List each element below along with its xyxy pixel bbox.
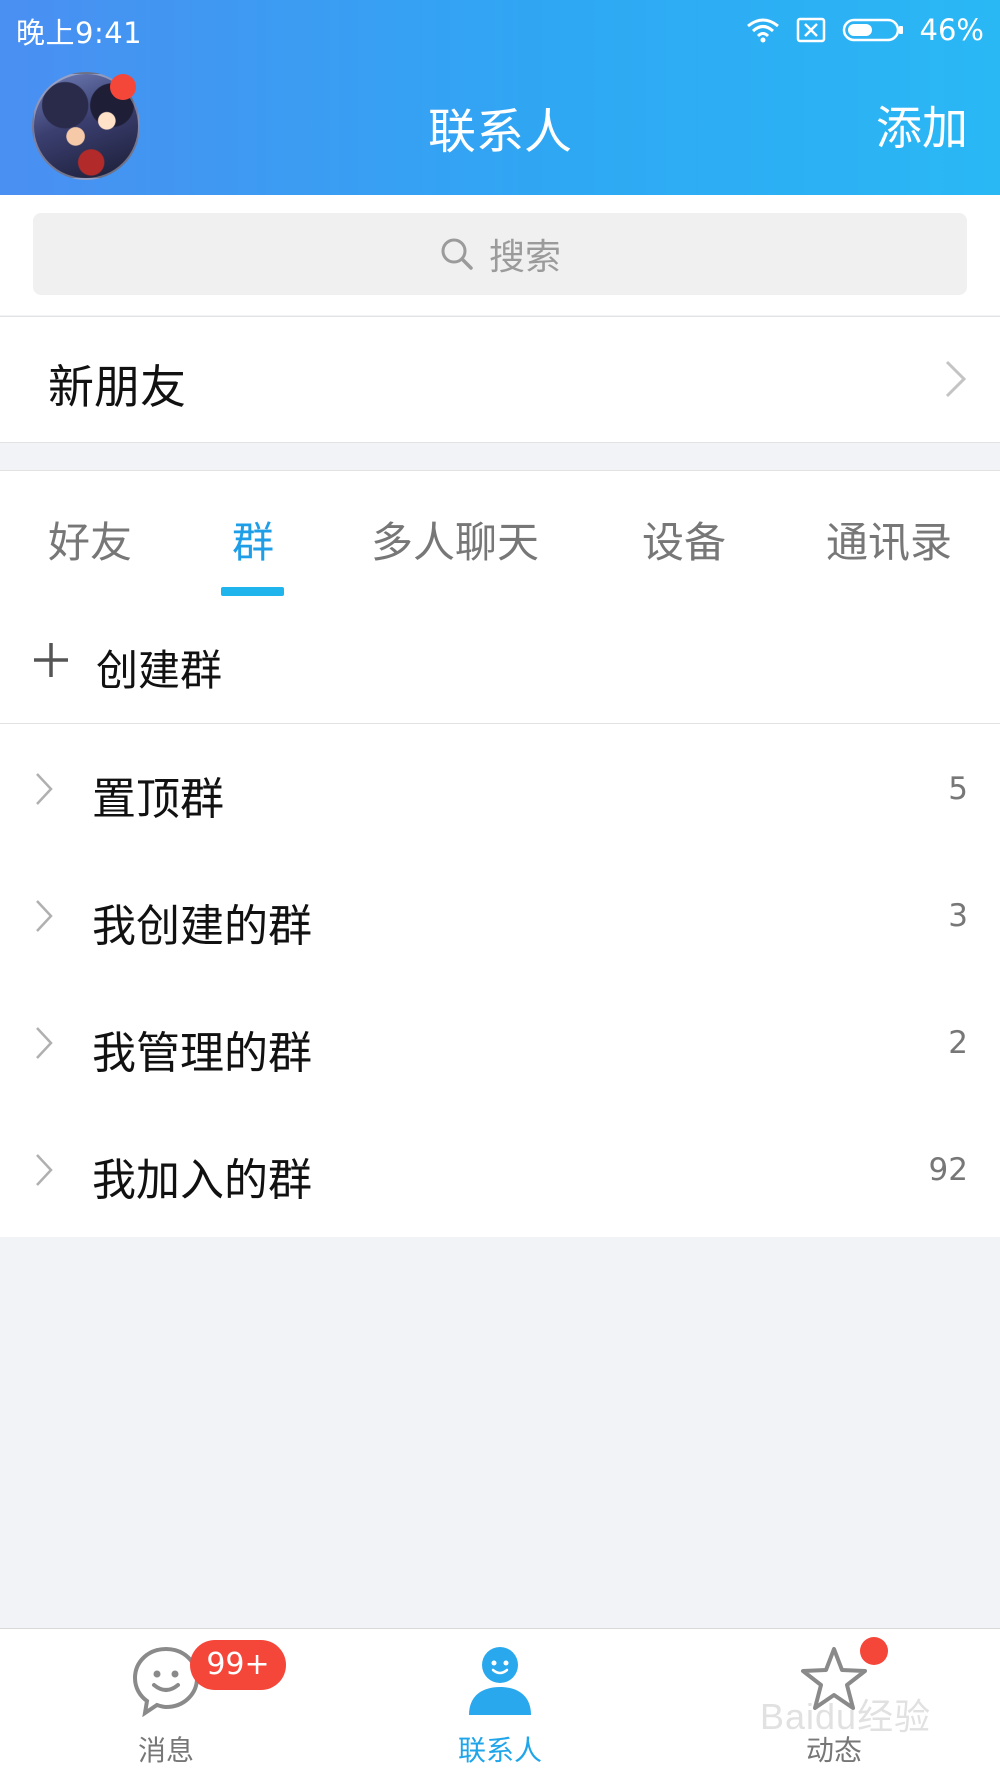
group-list: 创建群 置顶群 5 我创建的群 3 我管理的群 2 我加入的群 92 xyxy=(0,597,1000,1237)
nav-contacts[interactable]: 联系人 xyxy=(400,1629,600,1779)
no-sim-icon xyxy=(796,17,825,43)
nav-messages-label: 消息 xyxy=(137,1734,194,1767)
group-category-name: 我加入的群 xyxy=(92,1155,312,1206)
group-category-row[interactable]: 我管理的群 2 xyxy=(0,979,1000,1106)
chevron-right-icon xyxy=(36,1154,53,1186)
chevron-right-icon xyxy=(36,900,53,932)
group-category-name: 我创建的群 xyxy=(92,901,312,952)
tab-groups[interactable]: 群 xyxy=(232,509,274,570)
chevron-right-icon xyxy=(945,360,967,398)
chevron-right-icon xyxy=(36,1027,53,1059)
unread-badge: 99+ xyxy=(190,1640,286,1690)
tab-address-book[interactable]: 通讯录 xyxy=(826,509,952,570)
nav-contacts-label: 联系人 xyxy=(457,1734,542,1767)
tab-devices[interactable]: 设备 xyxy=(642,509,726,570)
group-category-count: 2 xyxy=(948,1025,968,1061)
create-group-label: 创建群 xyxy=(96,646,223,695)
group-category-count: 5 xyxy=(948,771,968,807)
wifi-icon xyxy=(746,18,779,43)
feed-notification-dot xyxy=(860,1637,888,1665)
add-button[interactable]: 添加 xyxy=(876,92,968,158)
app-header: 晚上9:41 46% 联系人 添加 xyxy=(0,0,1000,195)
contacts-icon xyxy=(469,1647,531,1715)
group-category-name: 我管理的群 xyxy=(92,1028,312,1079)
plus-icon xyxy=(34,643,68,677)
group-category-name: 置顶群 xyxy=(92,774,224,825)
new-friends-row[interactable]: 新朋友 xyxy=(0,316,1000,443)
group-category-count: 92 xyxy=(928,1152,968,1188)
create-group-button[interactable]: 创建群 xyxy=(0,597,1000,724)
tab-multi-chat[interactable]: 多人聊天 xyxy=(371,509,539,570)
group-category-row[interactable]: 置顶群 5 xyxy=(0,725,1000,852)
battery-percent: 46% xyxy=(919,13,984,47)
status-time: 晚上9:41 xyxy=(16,16,143,50)
search-icon xyxy=(441,238,473,270)
status-icons: 46% xyxy=(746,10,984,50)
page-title: 联系人 xyxy=(427,104,572,160)
tab-friends[interactable]: 好友 xyxy=(48,509,132,570)
search-placeholder: 搜索 xyxy=(488,237,561,278)
chevron-right-icon xyxy=(36,773,53,805)
group-category-count: 3 xyxy=(948,898,968,934)
search-bar: 搜索 xyxy=(0,195,1000,315)
watermark: Baidu经验 xyxy=(760,1696,932,1737)
active-tab-indicator xyxy=(221,587,284,596)
group-category-row[interactable]: 我加入的群 92 xyxy=(0,1106,1000,1233)
contact-tabs: 好友 群 多人聊天 设备 通讯录 xyxy=(0,470,1000,598)
battery-icon xyxy=(842,18,903,42)
new-friends-label: 新朋友 xyxy=(48,360,186,414)
search-input[interactable]: 搜索 xyxy=(33,213,967,295)
group-category-row[interactable]: 我创建的群 3 xyxy=(0,852,1000,979)
